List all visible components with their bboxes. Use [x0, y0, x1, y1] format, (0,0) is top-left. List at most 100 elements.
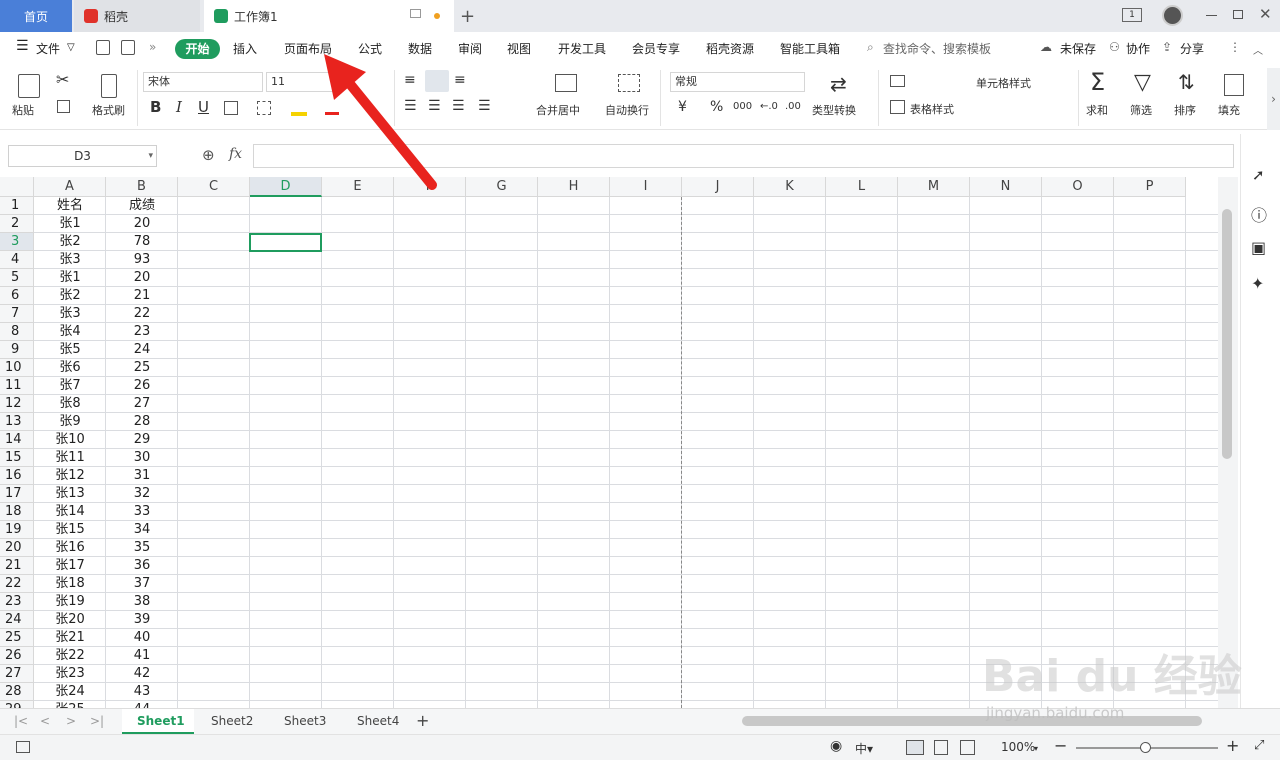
cell-a4[interactable]: 张3 [34, 251, 106, 269]
cell-a14[interactable]: 张10 [34, 431, 106, 449]
cell-b6[interactable]: 21 [106, 287, 178, 305]
avatar[interactable] [1162, 5, 1183, 26]
select-cursor-icon[interactable]: ➚ [1252, 166, 1265, 184]
column-header-i[interactable]: I [610, 177, 682, 197]
row-header-28[interactable]: 28 [0, 683, 34, 701]
row-header-13[interactable]: 13 [0, 413, 34, 431]
wrap-text-button[interactable]: 自动换行 [605, 102, 649, 118]
font-family-select[interactable]: 宋体 [143, 72, 263, 92]
thousands-button[interactable]: 000 [733, 101, 752, 112]
row-header-27[interactable]: 27 [0, 665, 34, 683]
row-header-20[interactable]: 20 [0, 539, 34, 557]
row-header-9[interactable]: 9 [0, 341, 34, 359]
cell-b4[interactable]: 93 [106, 251, 178, 269]
cell-b20[interactable]: 35 [106, 539, 178, 557]
cell-b2[interactable]: 20 [106, 215, 178, 233]
restore-icon[interactable] [1233, 10, 1243, 19]
row-header-8[interactable]: 8 [0, 323, 34, 341]
sum-icon[interactable]: Σ [1090, 68, 1105, 96]
screen-mode-icon[interactable]: 1 [1122, 8, 1142, 22]
spreadsheet-grid[interactable]: ABCDEFGHIJKLMNOP 12345678910111213141516… [0, 177, 1218, 708]
column-header-a[interactable]: A [34, 177, 106, 197]
compass-icon[interactable]: ✦ [1251, 274, 1264, 293]
cell-b25[interactable]: 40 [106, 629, 178, 647]
row-header-18[interactable]: 18 [0, 503, 34, 521]
cell-a18[interactable]: 张14 [34, 503, 106, 521]
column-header-h[interactable]: H [538, 177, 610, 197]
row-header-25[interactable]: 25 [0, 629, 34, 647]
underline-button[interactable]: U [198, 98, 209, 116]
align-bottom-icon[interactable]: ≡ [454, 72, 466, 88]
menu-review[interactable]: 审阅 [458, 40, 482, 57]
cell-b23[interactable]: 38 [106, 593, 178, 611]
add-sheet-button[interactable]: + [416, 711, 429, 730]
cell-a11[interactable]: 张7 [34, 377, 106, 395]
sheet-tab-3[interactable]: Sheet3 [284, 714, 326, 728]
row-header-2[interactable]: 2 [0, 215, 34, 233]
sort-icon[interactable]: ⇅ [1178, 70, 1195, 94]
merge-center-icon[interactable] [555, 74, 577, 92]
cell-b11[interactable]: 26 [106, 377, 178, 395]
cell-a28[interactable]: 张24 [34, 683, 106, 701]
menu-view[interactable]: 视图 [507, 40, 531, 57]
row-header-29[interactable]: 29 [0, 701, 34, 708]
input-method-icon[interactable]: 中▾ [855, 740, 873, 757]
row-header-14[interactable]: 14 [0, 431, 34, 449]
cell-a6[interactable]: 张2 [34, 287, 106, 305]
bold-button[interactable]: B [150, 98, 161, 116]
unsaved-button[interactable]: 未保存 [1060, 40, 1096, 57]
export-icon[interactable] [121, 40, 135, 55]
cell-b29[interactable]: 44 [106, 701, 178, 708]
decrease-decimal-icon[interactable]: .00 [785, 101, 801, 112]
percent-button[interactable]: % [710, 99, 723, 115]
gallery-icon[interactable]: ▣ [1251, 238, 1266, 257]
table-style-button[interactable]: 表格样式 [910, 101, 954, 117]
cell-a5[interactable]: 张1 [34, 269, 106, 287]
row-header-5[interactable]: 5 [0, 269, 34, 287]
cell-a21[interactable]: 张17 [34, 557, 106, 575]
fill-color-icon[interactable] [291, 112, 307, 116]
window-icon[interactable] [410, 9, 421, 18]
share-button[interactable]: 分享 [1180, 40, 1204, 57]
increase-decimal-icon[interactable]: ←.0 [760, 101, 778, 112]
cell-a16[interactable]: 张12 [34, 467, 106, 485]
conditional-format-icon[interactable] [890, 75, 905, 87]
cell-b26[interactable]: 41 [106, 647, 178, 665]
zoom-out-icon[interactable]: − [1054, 736, 1067, 755]
row-header-10[interactable]: 10 [0, 359, 34, 377]
more-chevron-icon[interactable]: » [149, 40, 156, 54]
row-header-1[interactable]: 1 [0, 197, 34, 215]
menu-member[interactable]: 会员专享 [632, 40, 680, 57]
menu-smart-toolbox[interactable]: 智能工具箱 [780, 40, 840, 57]
cell-a27[interactable]: 张23 [34, 665, 106, 683]
cell-a22[interactable]: 张18 [34, 575, 106, 593]
ribbon-scroll-right-icon[interactable]: › [1267, 68, 1280, 130]
cell-a25[interactable]: 张21 [34, 629, 106, 647]
cell-b17[interactable]: 32 [106, 485, 178, 503]
fullscreen-icon[interactable]: ⤢ [1254, 738, 1264, 753]
cell-b8[interactable]: 23 [106, 323, 178, 341]
column-header-b[interactable]: B [106, 177, 178, 197]
cell-b19[interactable]: 34 [106, 521, 178, 539]
copy-icon[interactable] [57, 100, 70, 113]
column-header-g[interactable]: G [466, 177, 538, 197]
row-header-7[interactable]: 7 [0, 305, 34, 323]
row-header-16[interactable]: 16 [0, 467, 34, 485]
cell-style-icon[interactable] [257, 101, 271, 115]
name-box[interactable]: D3 ▾ [8, 145, 157, 167]
number-format-select[interactable]: 常规 [670, 72, 805, 92]
format-painter-icon[interactable] [101, 74, 117, 98]
macro-icon[interactable] [16, 741, 30, 753]
column-header-c[interactable]: C [178, 177, 250, 197]
cell-a19[interactable]: 张15 [34, 521, 106, 539]
sum-button[interactable]: 求和 [1086, 102, 1108, 118]
row-header-6[interactable]: 6 [0, 287, 34, 305]
row-header-12[interactable]: 12 [0, 395, 34, 413]
fill-icon[interactable] [1224, 74, 1244, 96]
cell-b27[interactable]: 42 [106, 665, 178, 683]
cell-b9[interactable]: 24 [106, 341, 178, 359]
cell-a8[interactable]: 张4 [34, 323, 106, 341]
column-header-n[interactable]: N [970, 177, 1042, 197]
eye-protect-icon[interactable]: ◉ [830, 738, 842, 754]
vertical-scroll-thumb[interactable] [1222, 209, 1232, 459]
